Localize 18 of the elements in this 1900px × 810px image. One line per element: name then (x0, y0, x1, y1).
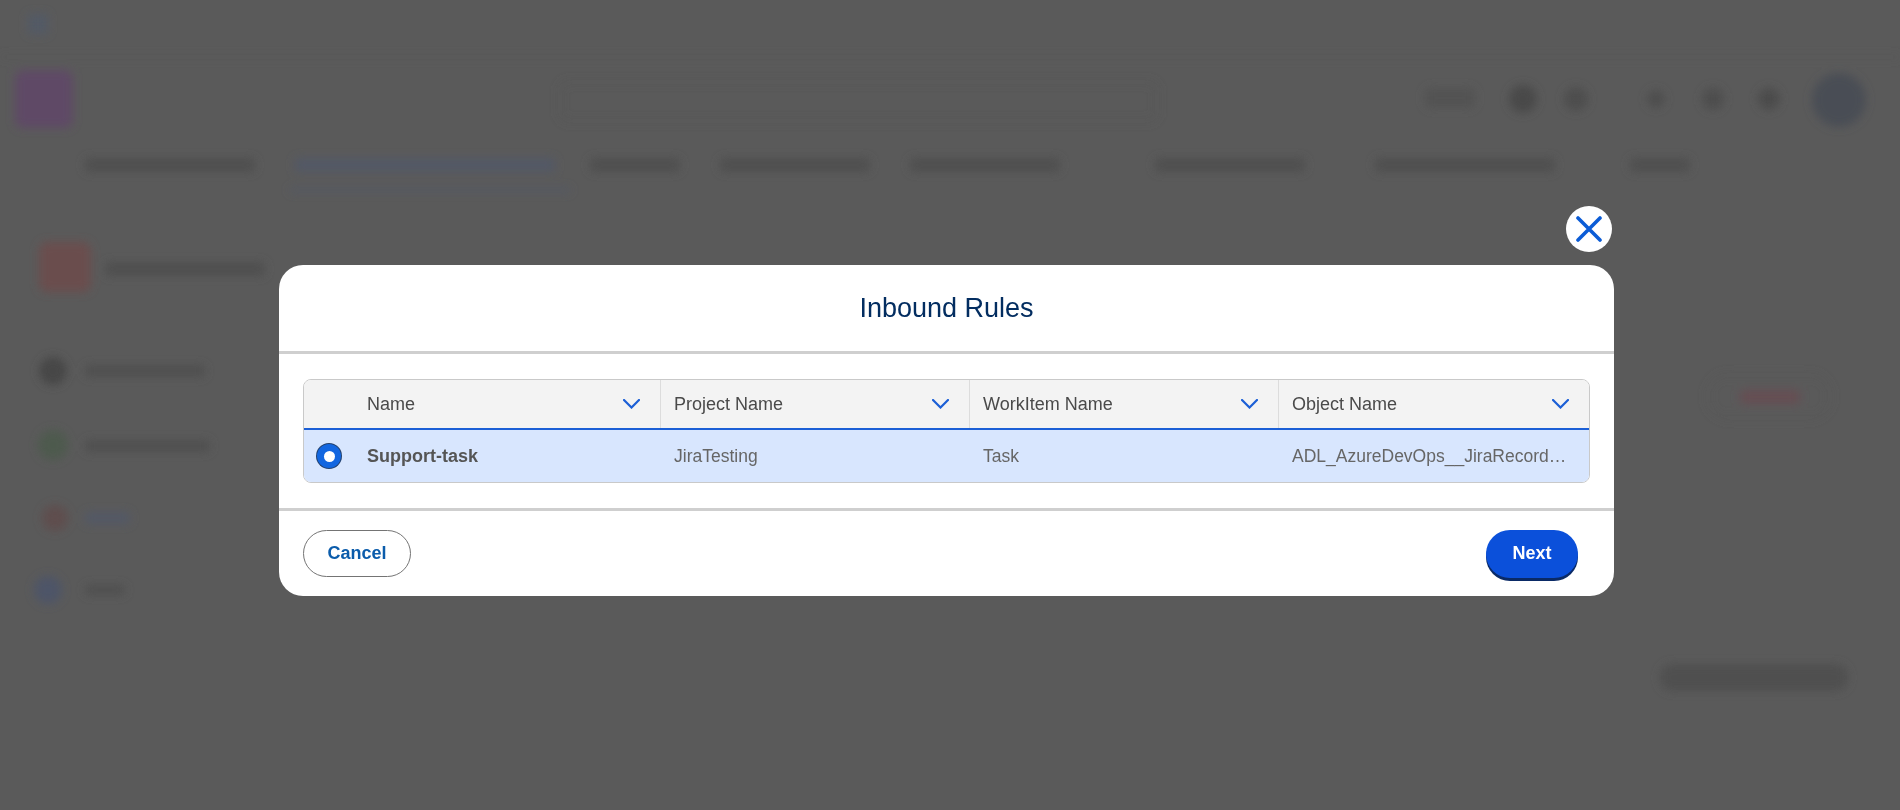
table-row[interactable]: Support-task JiraTesting Task ADL_AzureDevOps__JiraRecord… (304, 430, 1589, 482)
chevron-down-icon[interactable] (1241, 399, 1258, 409)
table-cell: JiraTesting (674, 445, 758, 466)
chevron-down-icon[interactable] (1552, 399, 1569, 409)
table-cell: ADL_AzureDevOps__JiraRecord… (1292, 445, 1567, 466)
cancel-button[interactable]: Cancel (303, 530, 411, 577)
column-header[interactable]: WorkItem Name (983, 390, 1113, 418)
column-header[interactable]: Project Name (674, 390, 784, 418)
table-cell: Support-task (367, 445, 478, 466)
column-header[interactable]: Name (367, 390, 415, 418)
table-cell: Task (983, 445, 1019, 466)
chevron-down-icon[interactable] (623, 399, 640, 409)
dialog-title: Inbound Rules (859, 291, 1034, 325)
chevron-down-icon[interactable] (932, 399, 949, 409)
radio-button[interactable] (317, 444, 341, 468)
close-icon (1576, 216, 1602, 242)
next-button[interactable]: Next (1486, 529, 1578, 578)
column-header[interactable]: Object Name (1292, 390, 1398, 418)
